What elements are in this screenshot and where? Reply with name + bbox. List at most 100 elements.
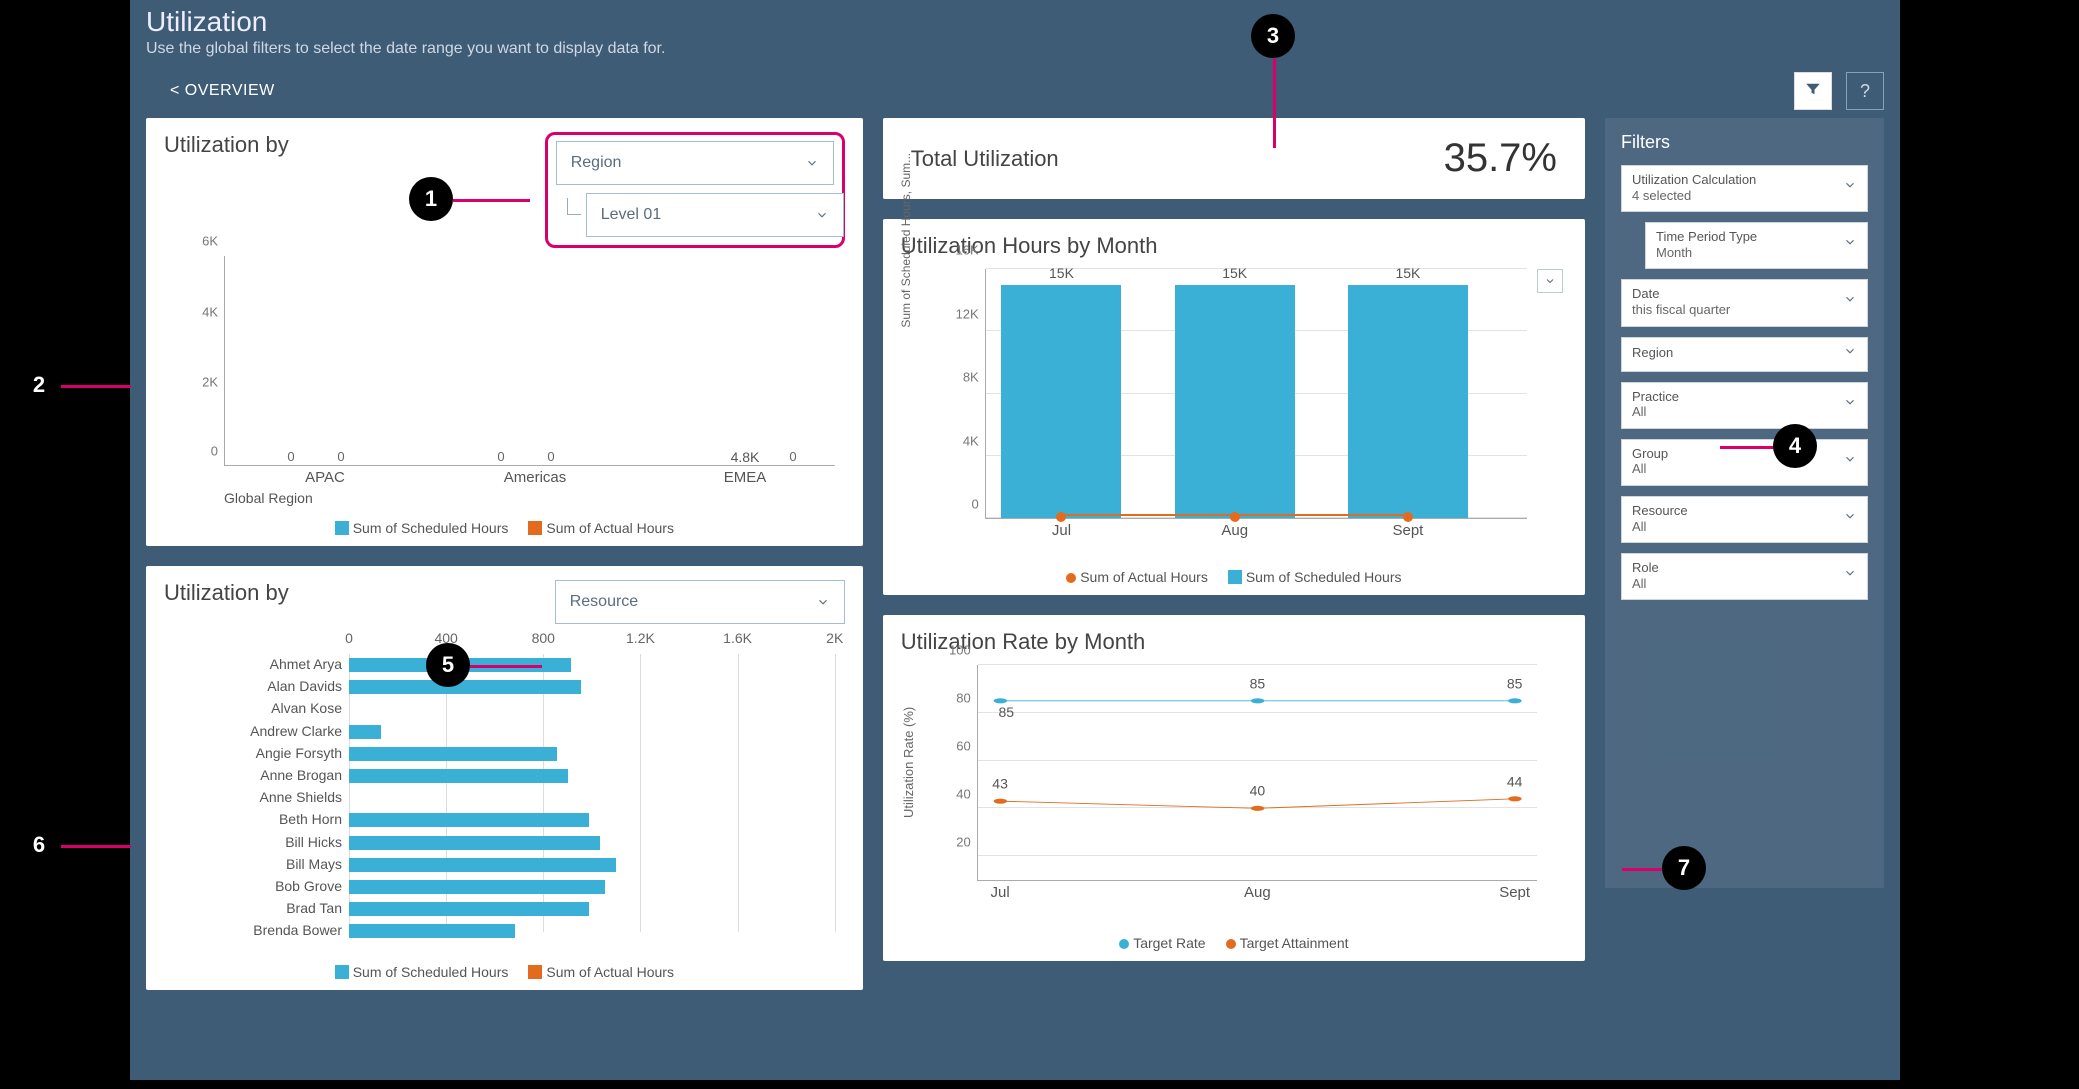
y-tick: 12K bbox=[956, 306, 979, 321]
chevron-down-icon bbox=[1843, 566, 1857, 585]
callout-3: 3 bbox=[1251, 14, 1295, 58]
help-button[interactable]: ? bbox=[1846, 72, 1884, 110]
region-dropdown[interactable]: Region bbox=[556, 141, 834, 185]
filter-value: All bbox=[1632, 404, 1679, 420]
utilization-by-region-card: Utilization by Region Level 01 bbox=[146, 118, 863, 546]
filter-value: Month bbox=[1656, 245, 1757, 261]
filter-label: Time Period Type bbox=[1656, 229, 1757, 245]
card-title: Utilization Rate by Month bbox=[901, 629, 1567, 655]
callout-lead bbox=[1720, 446, 1780, 449]
y-tick: 8K bbox=[963, 370, 979, 385]
y-tick: 80 bbox=[956, 691, 970, 706]
callout-4: 4 bbox=[1773, 424, 1817, 468]
resource-bar-chart: 04008001.2K1.6K2K Ahmet AryaAlan DavidsA… bbox=[164, 630, 845, 960]
chevron-down-icon bbox=[1843, 235, 1857, 254]
chevron-down-icon bbox=[805, 156, 819, 170]
chevron-down-icon bbox=[816, 595, 830, 609]
callout-5: 5 bbox=[426, 643, 470, 687]
help-icon: ? bbox=[1860, 81, 1870, 102]
chevron-down-icon bbox=[1843, 344, 1857, 363]
filter-value: this fiscal quarter bbox=[1632, 302, 1730, 318]
callout-6: 6 bbox=[17, 823, 61, 867]
resource-name: Ahmet Arya bbox=[174, 656, 342, 672]
filter-time-period-type[interactable]: Time Period TypeMonth bbox=[1645, 222, 1868, 269]
card-title: Utilization by bbox=[164, 132, 289, 158]
region-bar-chart: 0 2K 4K 6K 00 APAC 00 Americas bbox=[164, 256, 845, 516]
filter-label: Utilization Calculation bbox=[1632, 172, 1756, 188]
y-tick: 6K bbox=[178, 234, 218, 249]
resource-bar bbox=[349, 924, 515, 938]
resource-name: Brad Tan bbox=[174, 900, 342, 916]
filter-role[interactable]: RoleAll bbox=[1621, 553, 1868, 600]
y-tick: 0 bbox=[971, 497, 978, 512]
utilization-by-resource-card: Utilization by Resource 04008001.2K1.6K2… bbox=[146, 566, 863, 990]
point-label: 85 bbox=[999, 704, 1015, 720]
y-tick: 100 bbox=[949, 643, 971, 658]
resource-bar bbox=[349, 836, 600, 850]
x-label: APAC bbox=[265, 465, 385, 486]
callout-lead bbox=[470, 665, 542, 668]
y-tick: 40 bbox=[956, 787, 970, 802]
rate-line-chart: Utilization Rate (%) 20406080100 JulAugS… bbox=[901, 661, 1567, 931]
overview-link[interactable]: < OVERVIEW bbox=[170, 82, 275, 100]
card-title: Utilization by bbox=[164, 580, 289, 606]
callout-lead bbox=[61, 385, 131, 388]
bar-label: 15K bbox=[1348, 265, 1468, 281]
resource-name: Brenda Bower bbox=[174, 922, 342, 938]
x-label: Jul bbox=[990, 880, 1009, 901]
x-label: Aug bbox=[1244, 880, 1271, 901]
resource-dropdown[interactable]: Resource bbox=[555, 580, 845, 624]
total-utilization-card: Total Utilization 35.7% bbox=[883, 118, 1585, 199]
resource-bar bbox=[349, 880, 605, 894]
filter-label: Resource bbox=[1632, 503, 1688, 519]
point-label: 43 bbox=[992, 776, 1008, 792]
resource-name: Angie Forsyth bbox=[174, 745, 342, 761]
level-dropdown[interactable]: Level 01 bbox=[586, 193, 844, 237]
card-title: Utilization Hours by Month bbox=[901, 233, 1567, 259]
filter-icon bbox=[1804, 80, 1822, 103]
resource-name: Bob Grove bbox=[174, 878, 342, 894]
x-tick: 2K bbox=[826, 630, 843, 646]
resource-bar bbox=[349, 725, 381, 739]
filter-utilization-calculation[interactable]: Utilization Calculation4 selected bbox=[1621, 165, 1868, 212]
legend: Sum of Scheduled Hours Sum of Actual Hou… bbox=[164, 964, 845, 980]
filter-date[interactable]: Datethis fiscal quarter bbox=[1621, 279, 1868, 326]
filter-label: Region bbox=[1632, 345, 1673, 361]
filter-label: Practice bbox=[1632, 389, 1679, 405]
filter-value: All bbox=[1632, 576, 1659, 592]
x-tick: 800 bbox=[532, 630, 555, 646]
filter-practice[interactable]: PracticeAll bbox=[1621, 382, 1868, 429]
chevron-down-icon bbox=[1843, 178, 1857, 197]
resource-bar bbox=[349, 813, 589, 827]
resource-bar bbox=[349, 747, 557, 761]
x-axis-title: Global Region bbox=[224, 490, 313, 506]
bar-label: 15K bbox=[1001, 265, 1121, 281]
resource-name: Beth Horn bbox=[174, 811, 342, 827]
level-dropdown-label: Level 01 bbox=[601, 206, 662, 224]
x-tick: 1.6K bbox=[723, 630, 752, 646]
filter-toggle-button[interactable] bbox=[1794, 72, 1832, 110]
y-tick: 60 bbox=[956, 739, 970, 754]
chevron-down-icon bbox=[1843, 292, 1857, 311]
page-title: Utilization bbox=[146, 6, 1884, 38]
chart-options-button[interactable] bbox=[1537, 269, 1563, 293]
filter-region[interactable]: Region bbox=[1621, 337, 1868, 372]
callout-lead bbox=[1273, 58, 1276, 148]
x-label: Sept bbox=[1499, 880, 1530, 901]
filter-value: All bbox=[1632, 519, 1688, 535]
x-tick: 1.2K bbox=[626, 630, 655, 646]
resource-bar bbox=[349, 858, 616, 872]
filter-value: 4 selected bbox=[1632, 188, 1756, 204]
legend: Sum of Actual Hours Sum of Scheduled Hou… bbox=[901, 569, 1567, 585]
chevron-down-icon bbox=[1843, 509, 1857, 528]
y-tick: 16K bbox=[956, 243, 979, 258]
filter-resource[interactable]: ResourceAll bbox=[1621, 496, 1868, 543]
hours-bar-chart: Sum of Scheduled Hours, Sum... 04K8K12K1… bbox=[901, 265, 1567, 565]
filters-pane: Filters Utilization Calculation4 selecte… bbox=[1605, 118, 1884, 888]
metric-label: Total Utilization bbox=[911, 146, 1059, 172]
resource-name: Bill Hicks bbox=[174, 834, 342, 850]
page-subtitle: Use the global filters to select the dat… bbox=[146, 40, 1884, 58]
chevron-down-icon bbox=[815, 208, 829, 222]
filter-label: Role bbox=[1632, 560, 1659, 576]
resource-dropdown-label: Resource bbox=[570, 593, 638, 611]
